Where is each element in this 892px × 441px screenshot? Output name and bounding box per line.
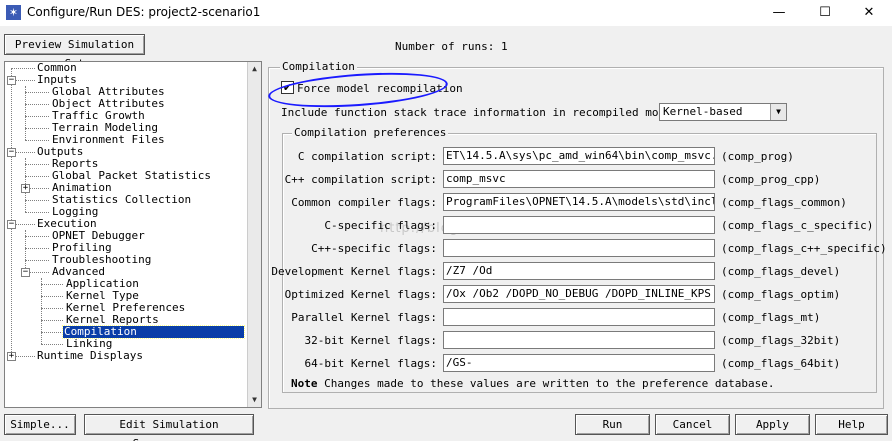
tree-connector <box>25 212 49 213</box>
tree-connector <box>41 308 63 309</box>
collapse-icon[interactable]: − <box>21 268 30 277</box>
tree-connector <box>25 164 49 165</box>
tree-connector <box>25 92 49 93</box>
maximize-button[interactable]: ☐ <box>802 0 848 26</box>
row-tag: (comp_flags_mt) <box>721 311 821 324</box>
64bit-kernel-flags-field[interactable]: /GS- <box>443 354 715 372</box>
tree-item-runtime-displays[interactable]: Runtime Displays <box>36 350 144 362</box>
row-tag: (comp_flags_32bit) <box>721 334 841 347</box>
tree-connector <box>25 176 49 177</box>
tree-connector <box>15 224 35 225</box>
note-text: Note Changes made to these values are wr… <box>291 377 774 390</box>
expand-icon[interactable]: + <box>7 352 16 361</box>
row-label: Optimized Kernel flags: <box>284 288 437 301</box>
row-tag: (comp_flags_c++_specific) <box>721 242 887 255</box>
tree-connector <box>25 86 26 140</box>
tree-connector <box>41 344 63 345</box>
tree-connector <box>41 296 63 297</box>
c-specific-flags-field[interactable] <box>443 216 715 234</box>
close-button[interactable]: ✕ <box>846 0 892 26</box>
common-compiler-flags-field[interactable]: ProgramFiles\OPNET\14.5.A\models\std\inc… <box>443 193 715 211</box>
collapse-icon[interactable]: − <box>7 76 16 85</box>
minimize-button[interactable]: — <box>756 0 802 26</box>
tree-connector <box>25 200 49 201</box>
window-title: Configure/Run DES: project2-scenario1 <box>27 5 261 19</box>
chevron-down-icon[interactable]: ▼ <box>770 104 786 120</box>
collapse-icon[interactable]: − <box>7 148 16 157</box>
compilation-preferences-label: Compilation preferences <box>292 126 449 139</box>
row-tag: (comp_prog) <box>721 150 794 163</box>
note-title: Note <box>291 377 318 390</box>
optimized-kernel-flags-field[interactable]: /Ox /Ob2 /DOPD_NO_DEBUG /DOPD_INLINE_KPS <box>443 285 715 303</box>
row-label: 64-bit Kernel flags: <box>304 357 437 370</box>
cpp-specific-flags-field[interactable] <box>443 239 715 257</box>
parallel-kernel-flags-field[interactable] <box>443 308 715 326</box>
settings-tree[interactable]: − − + − − + Common Inputs Global Attribu… <box>4 61 262 408</box>
tree-connector <box>15 152 35 153</box>
tree-connector <box>25 248 49 249</box>
scroll-down-icon[interactable]: ▼ <box>248 393 261 407</box>
tree-scrollbar[interactable]: ▲ ▼ <box>247 62 261 407</box>
tree-connector <box>15 80 35 81</box>
note-body: Changes made to these values are written… <box>324 377 775 390</box>
row-label: Development Kernel flags: <box>271 265 437 278</box>
tree-connector <box>25 116 49 117</box>
32bit-kernel-flags-field[interactable] <box>443 331 715 349</box>
edit-simulation-sequence-button[interactable]: Edit Simulation Sequence... <box>84 414 254 441</box>
apply-button[interactable]: Apply <box>735 414 810 435</box>
simple-button[interactable]: Simple... <box>4 414 76 435</box>
tree-connector <box>41 278 42 344</box>
row-tag: (comp_flags_common) <box>721 196 847 209</box>
tree-connector <box>11 68 12 358</box>
row-tag: (comp_flags_64bit) <box>721 357 841 370</box>
tree-connector <box>41 332 63 333</box>
cpp-compilation-script-field[interactable]: comp_msvc <box>443 170 715 188</box>
row-label: C++ compilation script: <box>284 173 437 186</box>
development-kernel-flags-field[interactable]: /Z7 /Od <box>443 262 715 280</box>
row-label: Parallel Kernel flags: <box>291 311 437 324</box>
tree-connector <box>41 320 63 321</box>
tree-connector <box>25 104 49 105</box>
tree-connector <box>29 272 49 273</box>
tree-connector <box>25 236 49 237</box>
title-bar: ✶ Configure/Run DES: project2-scenario1 … <box>0 0 892 26</box>
row-tag: (comp_prog_cpp) <box>721 173 821 186</box>
star-icon: ✶ <box>6 5 21 20</box>
row-tag: (comp_flags_optim) <box>721 288 841 301</box>
scroll-up-icon[interactable]: ▲ <box>248 62 261 76</box>
row-label: C-specific flags: <box>324 219 437 232</box>
tree-connector <box>41 284 63 285</box>
cancel-button[interactable]: Cancel <box>655 414 730 435</box>
stack-trace-select[interactable]: Kernel-based ▼ <box>659 103 787 121</box>
c-compilation-script-field[interactable]: ET\14.5.A\sys\pc_amd_win64\bin\comp_msvc… <box>443 147 715 165</box>
compilation-group-label: Compilation <box>280 60 357 73</box>
tree-connector <box>25 128 49 129</box>
tree-connector <box>15 356 35 357</box>
row-label: C++-specific flags: <box>311 242 437 255</box>
run-button[interactable]: Run <box>575 414 650 435</box>
preview-simulation-set-button[interactable]: Preview Simulation Set <box>4 34 145 70</box>
row-label: C compilation script: <box>297 150 437 163</box>
row-tag: (comp_flags_c_specific) <box>721 219 874 232</box>
row-label: 32-bit Kernel flags: <box>304 334 437 347</box>
tree-connector <box>29 188 49 189</box>
stack-trace-value: Kernel-based <box>663 105 743 118</box>
number-of-runs: Number of runs: 1 <box>395 40 508 53</box>
tree-connector <box>25 260 49 261</box>
tree-connector <box>25 140 49 141</box>
collapse-icon[interactable]: − <box>7 220 16 229</box>
expand-icon[interactable]: + <box>21 184 30 193</box>
stack-trace-label: Include function stack trace information… <box>281 106 692 119</box>
row-tag: (comp_flags_devel) <box>721 265 841 278</box>
tree-connector <box>11 68 35 69</box>
help-button[interactable]: Help <box>815 414 888 435</box>
row-label: Common compiler flags: <box>291 196 437 209</box>
